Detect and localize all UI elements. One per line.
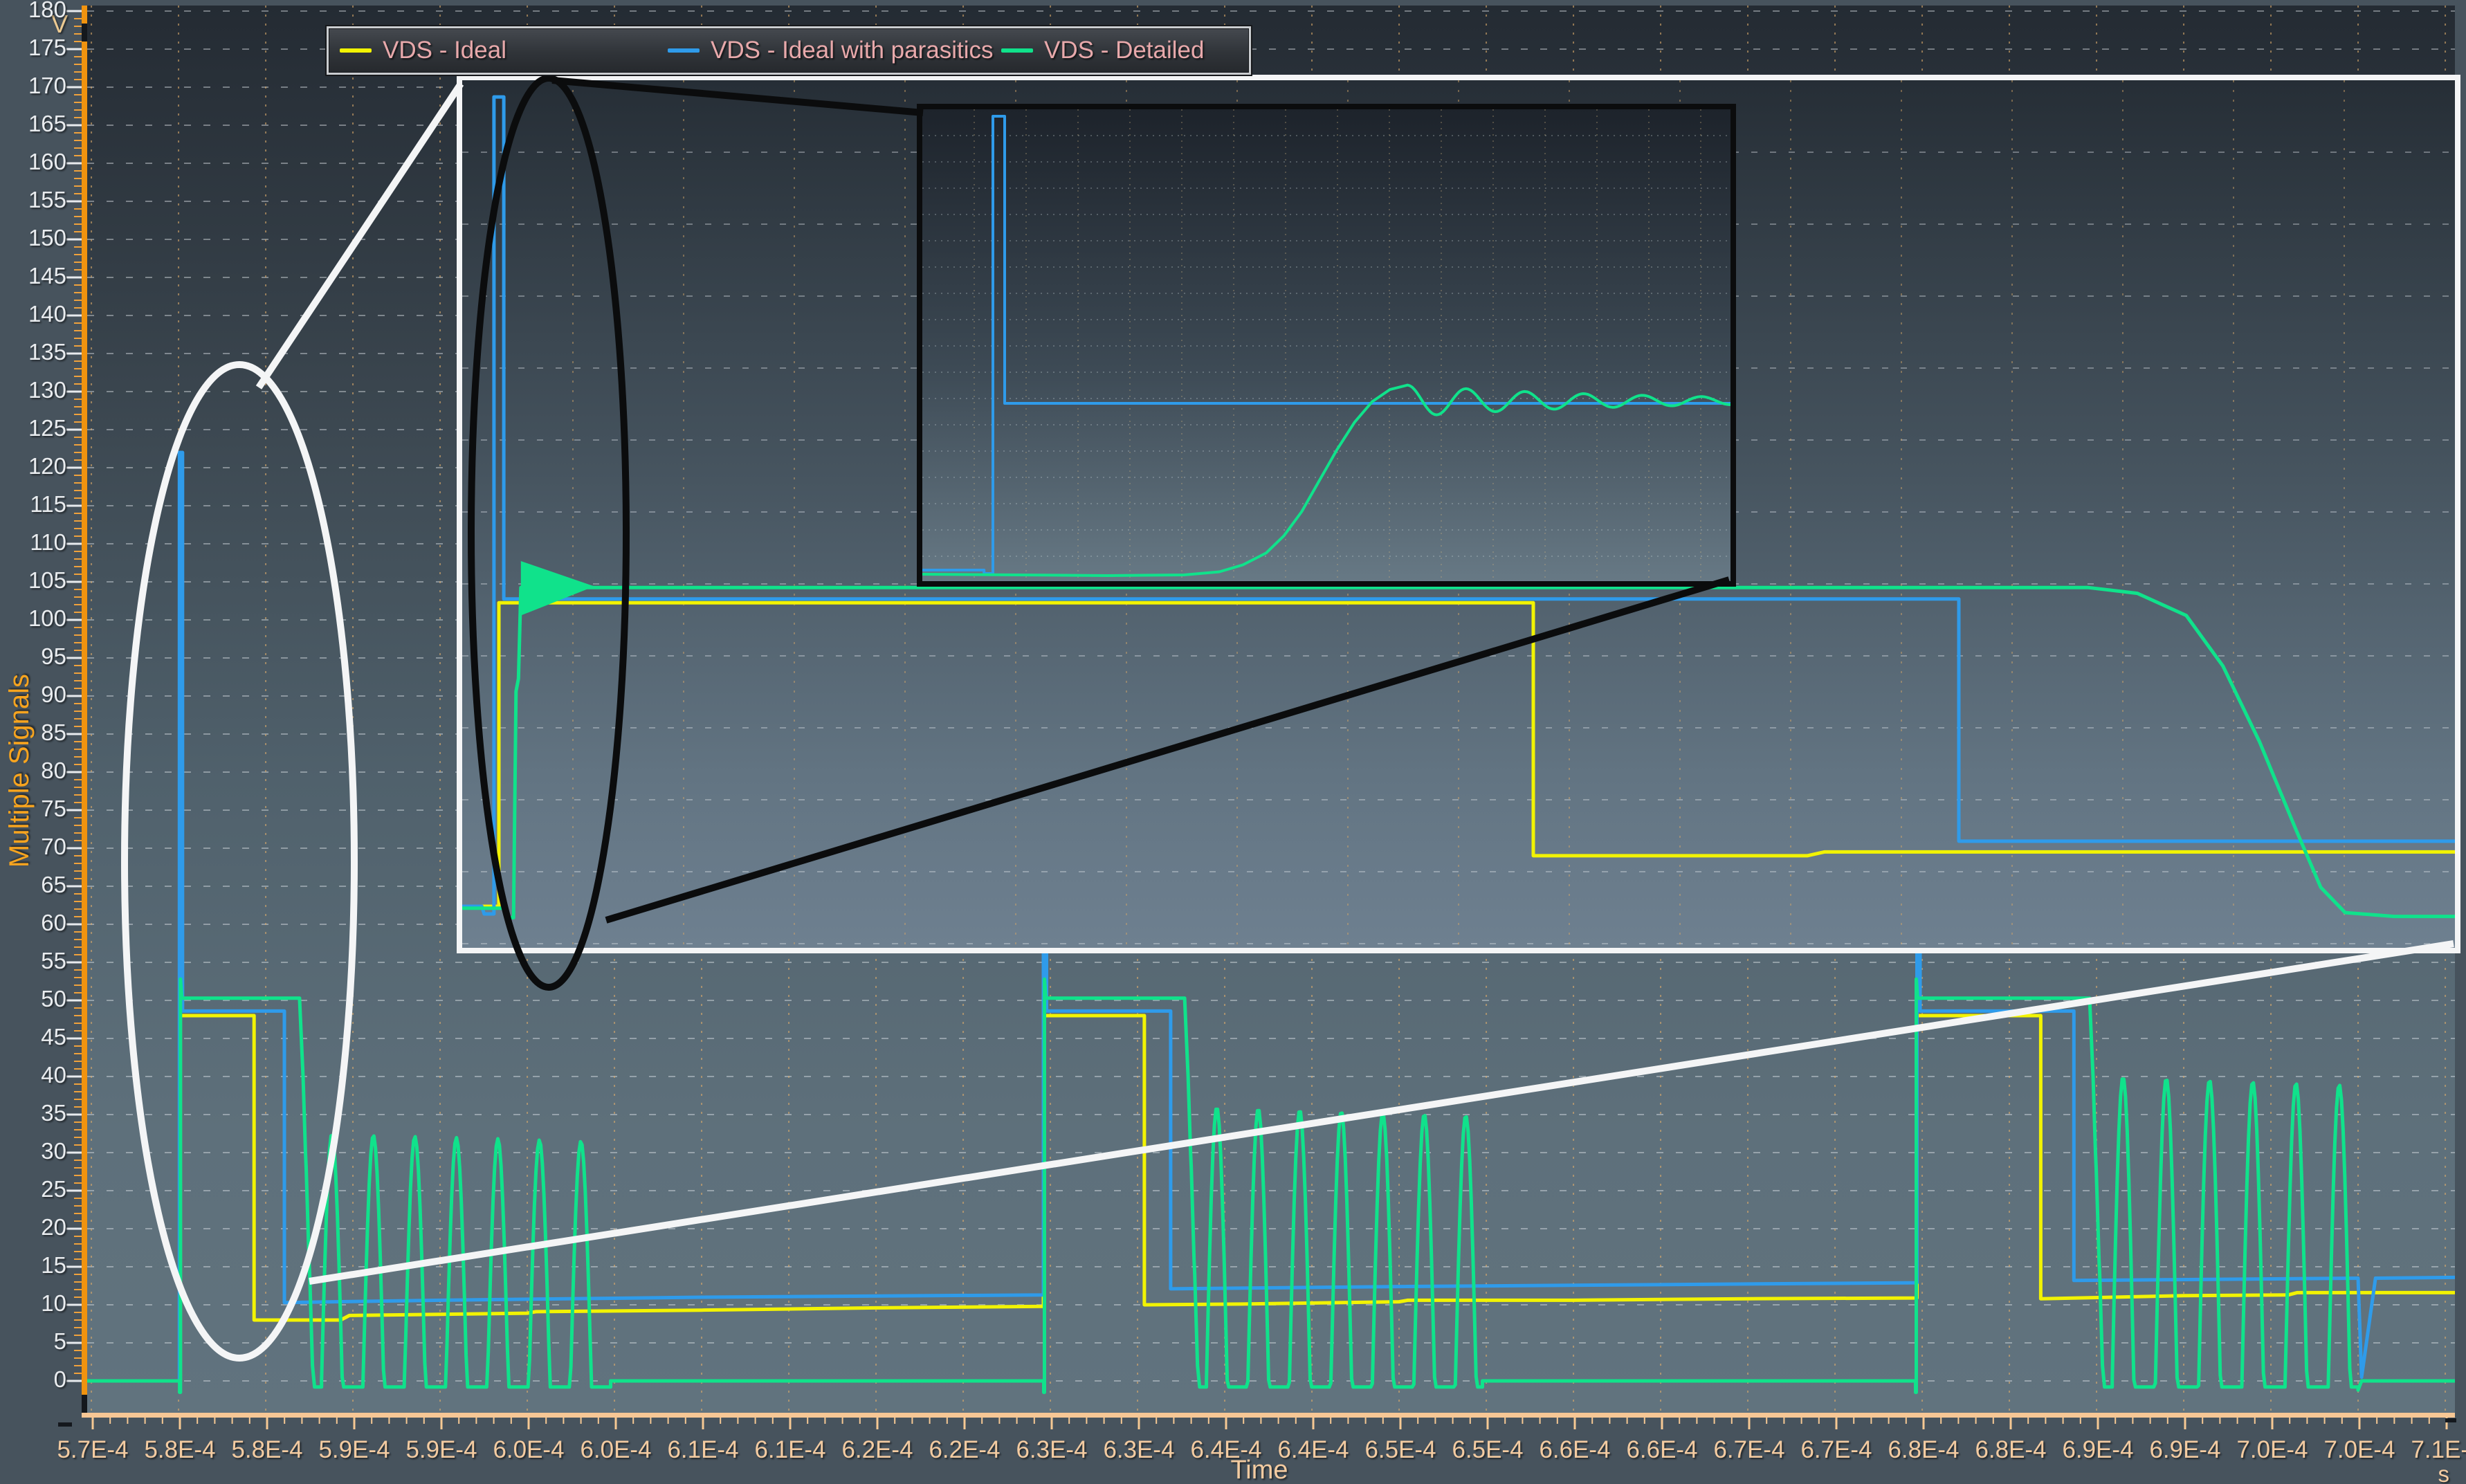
x-tick-label: 7.0E-4 bbox=[2224, 1436, 2321, 1464]
y-tick-label: 60 bbox=[0, 910, 66, 936]
x-tick-label: 6.5E-4 bbox=[1439, 1436, 1536, 1464]
y-tick-label: 85 bbox=[0, 720, 66, 746]
x-tick-label: 7.1E-4 bbox=[2398, 1436, 2466, 1464]
x-axis-unit: s bbox=[2401, 1461, 2449, 1484]
y-tick-label: 110 bbox=[0, 529, 66, 556]
x-tick-label: 6.8E-4 bbox=[1962, 1436, 2059, 1464]
y-tick-label: 40 bbox=[0, 1062, 66, 1088]
y-tick-label: 0 bbox=[0, 1366, 66, 1393]
legend-swatch-green bbox=[1001, 48, 1033, 53]
x-tick-label: 6.7E-4 bbox=[1701, 1436, 1798, 1464]
y-tick-label: 135 bbox=[0, 339, 66, 365]
legend-swatch-blue bbox=[668, 48, 700, 53]
y-tick-label: 75 bbox=[0, 796, 66, 822]
y-tick-label: 120 bbox=[0, 453, 66, 479]
y-tick-label: 175 bbox=[0, 35, 66, 61]
x-axis-ticks bbox=[82, 1418, 2455, 1433]
y-tick-label: 180 bbox=[0, 0, 66, 23]
y-tick-label: 55 bbox=[0, 948, 66, 974]
x-tick-label: 6.6E-4 bbox=[1526, 1436, 1623, 1464]
x-tick-label: 5.9E-4 bbox=[393, 1436, 490, 1464]
zoom-inset-detail bbox=[917, 104, 1736, 587]
y-tick-label: 170 bbox=[0, 73, 66, 99]
y-tick-label: 125 bbox=[0, 415, 66, 441]
y-tick-label: 165 bbox=[0, 111, 66, 137]
series-vds-detailed bbox=[462, 587, 2455, 917]
series-vds-ideal bbox=[462, 603, 2455, 906]
series-vds-detailed bbox=[87, 979, 2455, 1392]
y-tick-label: 95 bbox=[0, 643, 66, 670]
x-tick-label: 6.9E-4 bbox=[2137, 1436, 2234, 1464]
legend-label: VDS - Detailed bbox=[1044, 37, 1204, 64]
zoom-inset-detail-chart bbox=[922, 109, 1730, 581]
y-tick-label: 45 bbox=[0, 1024, 66, 1050]
x-tick-label: 6.3E-4 bbox=[1003, 1436, 1100, 1464]
x-tick-label: 6.0E-4 bbox=[567, 1436, 664, 1464]
x-tick-label: 6.5E-4 bbox=[1352, 1436, 1449, 1464]
legend-item-vds-ideal-parasitics[interactable]: VDS - Ideal with parasitics bbox=[668, 28, 993, 73]
y-tick-label: 105 bbox=[0, 567, 66, 594]
waveform-viewer: 0 5 10 15 20 25 30 35 40 45 50 55 60 65 70 75 80 85 90 95 10… bbox=[0, 0, 2466, 1484]
x-tick-label: 6.4E-4 bbox=[1178, 1436, 1275, 1464]
x-tick-label: 6.6E-4 bbox=[1614, 1436, 1710, 1464]
y-tick-label: 25 bbox=[0, 1176, 66, 1202]
y-tick-label: 5 bbox=[0, 1328, 66, 1355]
x-tick-label: 6.7E-4 bbox=[1788, 1436, 1885, 1464]
x-tick-label: 6.2E-4 bbox=[829, 1436, 926, 1464]
x-axis-line[interactable] bbox=[82, 1413, 2455, 1418]
y-tick-label: 50 bbox=[0, 986, 66, 1012]
series-vds-ideal-with-parasitics bbox=[922, 116, 1730, 574]
y-tick-label: 35 bbox=[0, 1100, 66, 1126]
x-axis-range-marker-right bbox=[2445, 1418, 2456, 1422]
x-tick-label: 6.3E-4 bbox=[1090, 1436, 1187, 1464]
y-tick-label: 90 bbox=[0, 681, 66, 708]
legend-label: VDS - Ideal bbox=[383, 37, 506, 64]
y-tick-label: 10 bbox=[0, 1290, 66, 1317]
x-tick-label: 5.8E-4 bbox=[131, 1436, 228, 1464]
x-tick-label: 6.4E-4 bbox=[1265, 1436, 1362, 1464]
legend-item-vds-detailed[interactable]: VDS - Detailed bbox=[1001, 28, 1204, 73]
y-tick-label: 155 bbox=[0, 187, 66, 213]
x-tick-label: 5.7E-4 bbox=[44, 1436, 141, 1464]
legend-label: VDS - Ideal with parasitics bbox=[711, 37, 993, 64]
y-tick-label: 130 bbox=[0, 377, 66, 403]
legend[interactable]: VDS - Ideal VDS - Ideal with parasitics … bbox=[327, 26, 1251, 75]
y-tick-label: 145 bbox=[0, 263, 66, 289]
y-tick-label: 115 bbox=[0, 491, 66, 517]
y-tick-label: 150 bbox=[0, 225, 66, 251]
y-tick-label: 30 bbox=[0, 1138, 66, 1164]
legend-swatch-yellow bbox=[340, 48, 372, 53]
x-tick-label: 6.0E-4 bbox=[480, 1436, 577, 1464]
legend-item-vds-ideal[interactable]: VDS - Ideal bbox=[340, 28, 506, 73]
x-tick-label: 6.8E-4 bbox=[1875, 1436, 1972, 1464]
x-tick-label: 6.1E-4 bbox=[655, 1436, 751, 1464]
y-tick-label: 65 bbox=[0, 872, 66, 898]
y-tick-label: 100 bbox=[0, 605, 66, 632]
y-axis-range-marker-top bbox=[82, 24, 87, 42]
y-tick-label: 80 bbox=[0, 758, 66, 784]
y-tick-label: 70 bbox=[0, 834, 66, 860]
y-tick-label: 20 bbox=[0, 1214, 66, 1240]
x-tick-label: 6.1E-4 bbox=[742, 1436, 839, 1464]
y-tick-label: 15 bbox=[0, 1252, 66, 1279]
x-tick-label: 5.8E-4 bbox=[219, 1436, 316, 1464]
x-tick-label: 5.9E-4 bbox=[306, 1436, 403, 1464]
x-axis-range-marker-left bbox=[58, 1422, 72, 1427]
x-tick-label: 6.2E-4 bbox=[916, 1436, 1013, 1464]
y-tick-label: 160 bbox=[0, 149, 66, 175]
series-vds-detailed bbox=[922, 385, 1730, 576]
y-tick-label: 140 bbox=[0, 301, 66, 327]
y-axis-range-marker-bottom bbox=[82, 1395, 87, 1413]
x-tick-label: 6.9E-4 bbox=[2049, 1436, 2146, 1464]
x-tick-label: 7.0E-4 bbox=[2311, 1436, 2408, 1464]
y-axis-line[interactable] bbox=[82, 6, 87, 1413]
